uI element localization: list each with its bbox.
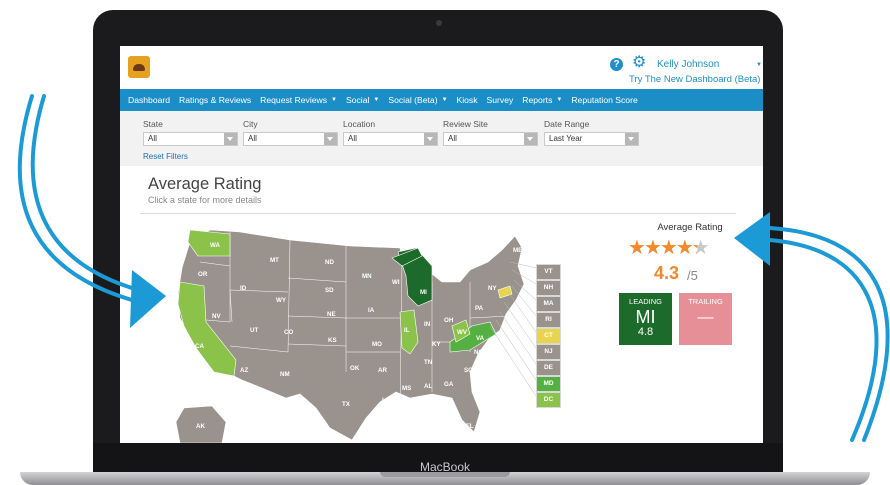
left-arrow-icon: [17, 94, 134, 302]
decorative-arrows: [17, 94, 890, 442]
right-arrow-icon: [768, 226, 890, 442]
right-arrowhead-icon: [734, 212, 770, 266]
left-arrowhead-icon: [130, 270, 166, 328]
